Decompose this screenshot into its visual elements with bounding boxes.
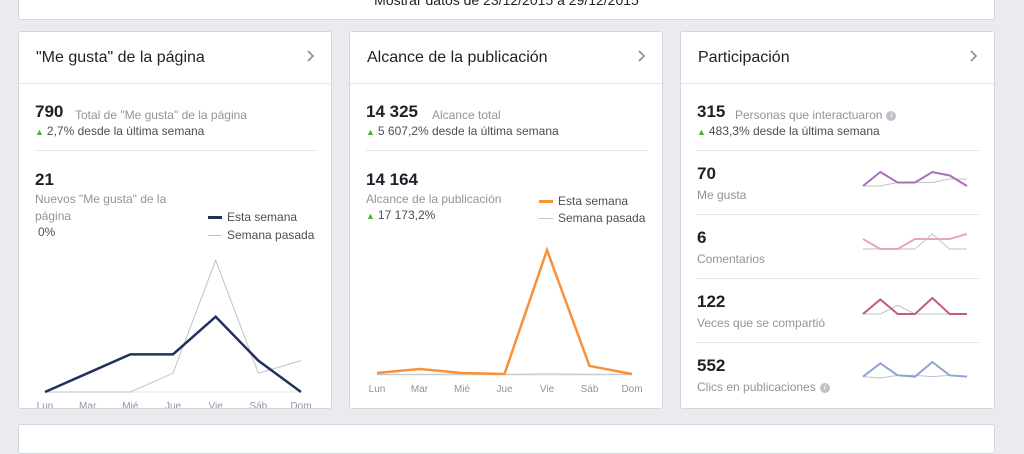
x-tick-label: Lun bbox=[369, 384, 386, 395]
sparkline-this-week bbox=[862, 296, 967, 315]
engagement-sparklines bbox=[862, 170, 968, 379]
x-tick-label: Lun bbox=[37, 401, 54, 408]
x-tick-label: Vie bbox=[209, 401, 224, 408]
sparkline-this-week bbox=[862, 233, 968, 250]
date-range-bar: Mostrar datos de 23/12/2015 a 29/12/2015 bbox=[18, 0, 995, 20]
x-tick-label: Vie bbox=[540, 384, 555, 395]
x-tick-label: Mar bbox=[411, 384, 429, 395]
x-tick-label: Mar bbox=[79, 401, 97, 408]
series-last-week bbox=[45, 258, 302, 393]
page-likes-card: "Me gusta" de la página 790 Total de "Me… bbox=[18, 31, 332, 409]
date-range-text: Mostrar datos de 23/12/2015 a 29/12/2015 bbox=[374, 0, 639, 8]
x-tick-label: Dom bbox=[621, 384, 642, 395]
post-reach-card: Alcance de la publicación 14 325 Alcance… bbox=[349, 31, 663, 409]
x-tick-label: Dom bbox=[290, 401, 311, 408]
sparkline-this-week bbox=[862, 360, 968, 378]
next-section-panel bbox=[18, 424, 995, 454]
x-tick-label: Sáb bbox=[249, 401, 267, 408]
series-this-week bbox=[376, 246, 633, 376]
sparkline-last-week bbox=[863, 233, 967, 250]
x-tick-label: Jue bbox=[496, 384, 513, 395]
reach-line-chart: Lun Mar Mié Jue Vie Sáb Dom bbox=[369, 246, 643, 395]
likes-line-chart: Lun Mar Mié Jue Vie Sáb Dom bbox=[37, 258, 312, 408]
x-tick-label: Sáb bbox=[581, 384, 599, 395]
series-this-week bbox=[44, 315, 302, 394]
x-tick-label: Mié bbox=[454, 384, 471, 395]
x-tick-label: Jue bbox=[165, 401, 182, 408]
engagement-card: Participación 315 Personas que interactu… bbox=[680, 31, 995, 409]
x-tick-label: Mié bbox=[122, 401, 139, 408]
